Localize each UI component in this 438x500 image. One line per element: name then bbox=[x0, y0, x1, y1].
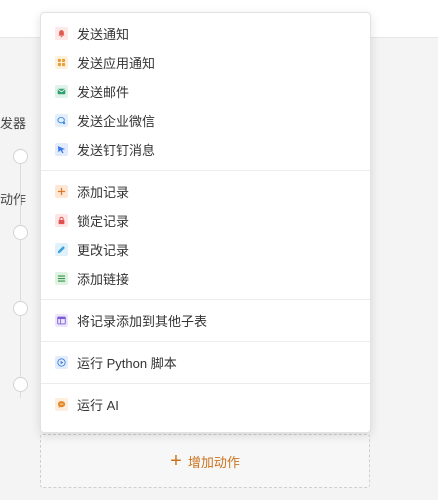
subtable-icon bbox=[55, 314, 68, 327]
menu-group: 添加记录锁定记录更改记录添加链接 bbox=[41, 170, 370, 299]
menu-item[interactable]: 运行 Python 脚本 bbox=[41, 348, 370, 377]
timeline-line bbox=[20, 148, 21, 398]
timeline-node bbox=[13, 301, 28, 316]
menu-item[interactable]: 发送企业微信 bbox=[41, 106, 370, 135]
app-grid-icon bbox=[55, 56, 68, 69]
trigger-section-label: 发器 bbox=[0, 116, 27, 131]
wecom-icon bbox=[55, 114, 68, 127]
menu-item[interactable]: 发送应用通知 bbox=[41, 48, 370, 77]
action-type-dropdown-menu: 发送通知 发送应用通知 发送邮件 发送企业微信 发送钉钉消息 添加记录 锁定记录 更改记录 添加… bbox=[40, 12, 371, 433]
menu-item-label: 发送应用通知 bbox=[77, 56, 156, 71]
menu-group: 发送通知发送应用通知 发送邮件发送企业微信 发送钉钉消息 bbox=[41, 13, 370, 170]
add-action-button[interactable]: + 增加动作 bbox=[40, 434, 370, 488]
menu-item-label: 运行 Python 脚本 bbox=[77, 356, 177, 371]
menu-item[interactable]: 添加链接 bbox=[41, 264, 370, 293]
plus-icon bbox=[55, 185, 68, 198]
menu-item[interactable]: 运行 AI bbox=[41, 390, 370, 419]
menu-group: 将记录添加到其他子表 bbox=[41, 299, 370, 341]
menu-item[interactable]: 更改记录 bbox=[41, 235, 370, 264]
menu-item-label: 发送企业微信 bbox=[77, 114, 156, 129]
menu-item[interactable]: 发送钉钉消息 bbox=[41, 135, 370, 164]
menu-item-label: 发送邮件 bbox=[77, 85, 130, 100]
menu-item-label: 更改记录 bbox=[77, 243, 130, 258]
bell-icon bbox=[55, 27, 68, 40]
menu-item-label: 发送通知 bbox=[77, 27, 130, 42]
menu-item-label: 添加记录 bbox=[77, 185, 130, 200]
menu-item-label: 添加链接 bbox=[77, 272, 130, 287]
action-section-label: 动作 bbox=[0, 192, 27, 207]
plus-icon: + bbox=[170, 450, 182, 472]
add-action-label: 增加动作 bbox=[187, 454, 240, 470]
timeline-node bbox=[13, 377, 28, 392]
menu-item-label: 运行 AI bbox=[77, 398, 119, 413]
play-icon bbox=[55, 356, 68, 369]
menu-item[interactable]: 添加记录 bbox=[41, 177, 370, 206]
menu-item[interactable]: 发送通知 bbox=[41, 19, 370, 48]
menu-item-label: 发送钉钉消息 bbox=[77, 143, 156, 158]
timeline-node bbox=[13, 149, 28, 164]
menu-item[interactable]: 发送邮件 bbox=[41, 77, 370, 106]
dingtalk-icon bbox=[55, 143, 68, 156]
menu-item-label: 将记录添加到其他子表 bbox=[77, 314, 208, 329]
menu-item-label: 锁定记录 bbox=[77, 214, 130, 229]
menu-group: 运行 AI bbox=[41, 383, 370, 425]
list-icon bbox=[55, 272, 68, 285]
timeline-node bbox=[13, 225, 28, 240]
ai-chat-icon bbox=[55, 398, 68, 411]
pencil-icon bbox=[55, 243, 68, 256]
menu-group: 运行 Python 脚本 bbox=[41, 341, 370, 383]
menu-item[interactable]: 将记录添加到其他子表 bbox=[41, 306, 370, 335]
mail-icon bbox=[55, 85, 68, 98]
lock-icon bbox=[55, 214, 68, 227]
menu-item[interactable]: 锁定记录 bbox=[41, 206, 370, 235]
